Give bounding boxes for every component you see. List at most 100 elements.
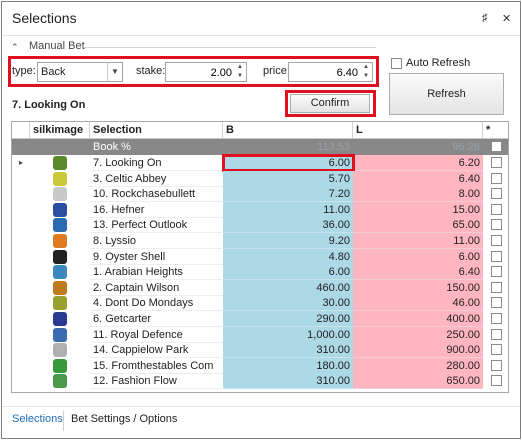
row-header[interactable] [12,295,30,311]
column-header-lay[interactable]: L [353,122,483,139]
jockey-silk-icon [53,374,67,389]
selection-name: 6. Getcarter [90,311,223,327]
table-row[interactable]: 12. Fashion Flow 310.00 650.00 [12,373,508,390]
lay-price-cell[interactable]: 15.00 [353,201,483,218]
stake-spinner[interactable]: ▲ ▼ [235,63,245,81]
pin-icon[interactable]: ♯ [482,12,488,24]
type-select[interactable]: Back ▼ [37,62,123,82]
row-checkbox[interactable] [491,328,502,340]
back-price-cell[interactable]: 310.00 [223,373,353,390]
lay-price-cell[interactable]: 650.00 [353,373,483,390]
row-checkbox[interactable] [491,188,502,200]
row-checkbox[interactable] [491,172,502,184]
lay-price-cell[interactable]: 6.40 [353,264,483,281]
back-price-cell[interactable]: 11.00 [223,201,353,218]
row-checkbox[interactable] [491,344,502,356]
column-header-selection[interactable]: Selection [90,122,223,139]
row-header[interactable] [12,202,30,218]
row-header[interactable] [12,327,30,343]
back-price-cell[interactable]: 30.00 [223,295,353,312]
jockey-silk-icon [53,327,67,342]
table-row[interactable]: 13. Perfect Outlook 36.00 65.00 [12,217,508,234]
row-header[interactable] [12,249,30,265]
table-row[interactable]: 10. Rockchasebullett 7.20 8.00 [12,186,508,203]
row-checkbox[interactable] [491,313,502,324]
lay-price-cell[interactable]: 11.00 [353,233,483,249]
lay-price-cell[interactable]: 46.00 [353,295,483,312]
table-row[interactable]: 1. Arabian Heights 6.00 6.40 [12,264,508,281]
back-price-cell[interactable]: 290.00 [223,311,353,327]
back-price-cell[interactable]: 36.00 [223,217,353,234]
lay-price-cell[interactable]: 280.00 [353,357,483,374]
table-row[interactable]: 8. Lyssio 9.20 11.00 [12,233,508,249]
row-checkbox[interactable] [491,203,502,215]
lay-price-cell[interactable]: 6.00 [353,248,483,265]
back-price-cell[interactable]: 180.00 [223,357,353,374]
confirm-button[interactable]: Confirm [290,94,370,113]
lay-price-cell[interactable]: 150.00 [353,279,483,296]
row-checkbox[interactable] [491,235,502,246]
row-header[interactable] [12,186,30,202]
back-price-cell[interactable]: 4.80 [223,248,353,265]
close-icon[interactable]: ✕ [502,12,511,25]
table-row[interactable]: 9. Oyster Shell 4.80 6.00 [12,248,508,265]
column-header-star[interactable]: * [483,122,508,139]
row-header[interactable] [12,171,30,187]
row-header[interactable] [12,264,30,280]
refresh-button[interactable]: Refresh [389,73,504,115]
back-price-cell[interactable]: 5.70 [223,170,353,187]
tab-selections[interactable]: Selections [12,413,63,425]
row-check-cell [483,202,508,218]
back-price-cell[interactable]: 7.20 [223,186,353,203]
row-header[interactable] [12,217,30,233]
collapse-chevron-icon[interactable]: ⌃ [11,42,19,53]
row-checkbox[interactable] [491,375,502,387]
row-checkbox[interactable] [491,219,502,231]
row-header[interactable] [12,311,30,327]
row-checkbox[interactable] [491,266,502,278]
lay-price-cell[interactable]: 65.00 [353,217,483,234]
row-header[interactable] [12,342,30,358]
back-price-cell[interactable]: 9.20 [223,233,353,249]
table-row[interactable]: 3. Celtic Abbey 5.70 6.40 [12,170,508,187]
table-row[interactable]: 15. Fromthestables Com 180.00 280.00 [12,357,508,374]
table-row[interactable]: 2. Captain Wilson 460.00 150.00 [12,279,508,296]
back-price-cell[interactable]: 310.00 [223,342,353,359]
lay-price-cell[interactable]: 400.00 [353,311,483,327]
row-checkbox[interactable] [491,157,502,168]
price-spinner[interactable]: ▲ ▼ [361,63,371,81]
table-row[interactable]: 6. Getcarter 290.00 400.00 [12,311,508,327]
lay-price-cell[interactable]: 250.00 [353,326,483,343]
row-checkbox[interactable] [491,250,502,262]
table-row[interactable]: 11. Royal Defence 1,000.00 250.00 [12,326,508,343]
lay-price-cell[interactable]: 6.40 [353,170,483,187]
row-header[interactable] [12,358,30,374]
jockey-silk-icon [53,265,67,280]
book-row-checkbox[interactable] [491,141,502,152]
auto-refresh-checkbox[interactable] [391,58,402,69]
back-price-cell[interactable]: 1,000.00 [223,326,353,343]
back-price-cell[interactable]: 460.00 [223,279,353,296]
tab-bet-settings[interactable]: Bet Settings / Options [71,413,177,425]
table-row[interactable]: 16. Hefner 11.00 15.00 [12,201,508,218]
row-checkbox[interactable] [491,297,502,309]
column-header-back[interactable]: B [223,122,353,139]
legend-divider [84,47,376,48]
back-price-cell[interactable]: 6.00 [223,264,353,281]
row-header[interactable] [12,233,30,249]
lay-price-cell[interactable]: 900.00 [353,342,483,359]
table-row[interactable]: 4. Dont Do Mondays 30.00 46.00 [12,295,508,312]
type-label: type: [12,65,36,77]
book-row-star [483,139,508,155]
selection-name: 13. Perfect Outlook [90,217,223,234]
lay-price-cell[interactable]: 6.20 [353,155,483,171]
row-checkbox[interactable] [491,359,502,371]
lay-price-cell[interactable]: 8.00 [353,186,483,203]
column-header-silkimage[interactable]: silkimage [30,122,90,139]
row-checkbox[interactable] [491,281,502,293]
chevron-down-icon: ▼ [107,63,122,81]
row-header[interactable] [12,280,30,296]
table-row[interactable]: 14. Cappielow Park 310.00 900.00 [12,342,508,359]
row-header[interactable] [12,373,30,389]
current-row-indicator-icon[interactable]: ▸ [12,155,30,171]
